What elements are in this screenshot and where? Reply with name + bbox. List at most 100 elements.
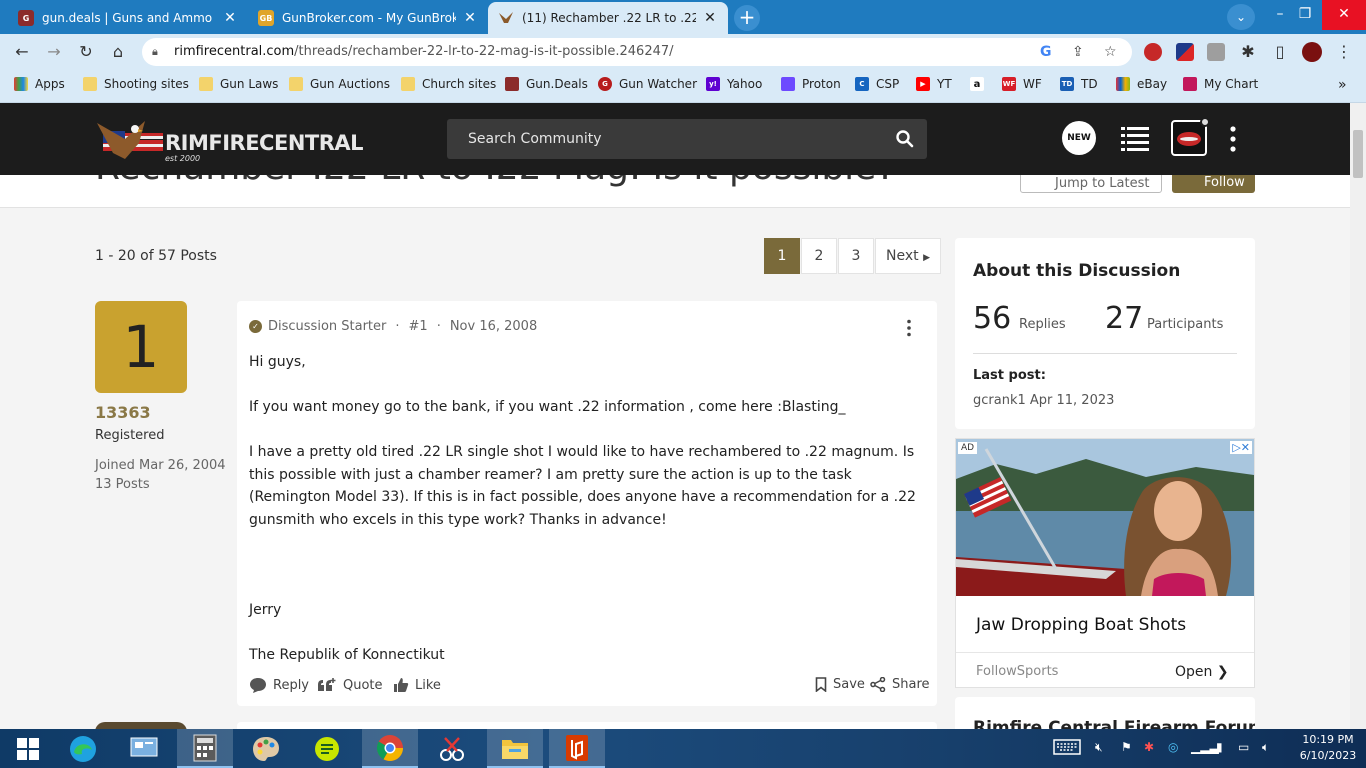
post-options-kebab-icon[interactable] xyxy=(905,319,913,337)
follow-button[interactable]: Follow xyxy=(1172,175,1255,193)
gun-deals-icon xyxy=(505,77,519,91)
bookmark-my-chart[interactable]: My Chart xyxy=(1183,77,1258,91)
volume-tray-icon[interactable]: 🔈︎ xyxy=(1262,740,1269,755)
paint-palette-icon[interactable] xyxy=(238,729,294,768)
bookmark-gun-deals[interactable]: Gun.Deals xyxy=(505,77,588,91)
tab-rechamber[interactable]: (11) Rechamber .22 LR to .22 Mag ✕ xyxy=(488,2,728,34)
tab-title: gun.deals | Guns and Ammo Sear xyxy=(42,11,216,25)
next-page-button[interactable]: Next ▶ xyxy=(875,238,941,274)
office-app-icon[interactable] xyxy=(549,729,605,768)
post-number-link[interactable]: #1 xyxy=(409,319,428,334)
profile-avatar-icon[interactable] xyxy=(1302,42,1322,62)
page-3-button[interactable]: 3 xyxy=(838,238,874,274)
google-icon[interactable]: G xyxy=(1040,44,1052,60)
reload-icon[interactable]: ↻ xyxy=(74,40,98,64)
bookmark-star-icon[interactable]: ☆ xyxy=(1104,44,1117,60)
quote-button[interactable]: Quote xyxy=(317,677,383,693)
bookmark-gun-auctions[interactable]: Gun Auctions xyxy=(289,77,390,91)
page-2-button[interactable]: 2 xyxy=(801,238,837,274)
ad-image[interactable]: AD ▷✕ xyxy=(956,439,1254,596)
start-windows-icon[interactable] xyxy=(0,729,56,768)
author-role: Registered xyxy=(95,428,165,443)
extension-red-icon[interactable] xyxy=(1144,43,1162,61)
last-post-value[interactable]: gcrank1 Apr 11, 2023 xyxy=(973,393,1114,408)
site-menu-kebab-icon[interactable] xyxy=(1226,126,1240,152)
snipping-tool-icon[interactable] xyxy=(424,729,480,768)
thread-title: Rechamber .22 LR to .22 Mag: Is it possi… xyxy=(95,175,895,188)
bookmark-yahoo[interactable]: y! Yahoo xyxy=(706,77,762,91)
page-1-button[interactable]: 1 xyxy=(764,238,800,274)
window-close-button[interactable]: ✕ xyxy=(1322,0,1366,30)
more-bookmarks-icon[interactable]: » xyxy=(1338,77,1347,93)
close-tab-icon[interactable]: ✕ xyxy=(702,10,718,26)
back-arrow-icon[interactable]: ← xyxy=(10,40,34,64)
bookmark-shooting-sites[interactable]: Shooting sites xyxy=(83,77,189,91)
extension-flag-icon[interactable] xyxy=(1176,43,1194,61)
list-icon[interactable] xyxy=(1121,126,1149,152)
advertisement[interactable]: AD ▷✕ Jaw Dropping Boat Shots FollowSpor… xyxy=(955,438,1255,688)
close-tab-icon[interactable]: ✕ xyxy=(462,10,478,26)
save-button[interactable]: Save xyxy=(815,677,865,692)
new-content-button[interactable]: NEW xyxy=(1062,121,1096,155)
lock-icon: 🔒︎ xyxy=(152,45,158,58)
bookmark-church-sites[interactable]: Church sites xyxy=(401,77,496,91)
flag-tray-icon[interactable]: ⚑ xyxy=(1121,740,1132,754)
logo-text: RIMFIRECENTRAL xyxy=(165,131,364,155)
scroll-thumb[interactable] xyxy=(1353,130,1363,178)
bookmark-yt[interactable]: ▶ YT xyxy=(916,77,952,91)
search-icon[interactable] xyxy=(895,129,915,149)
author-username[interactable]: 13363 xyxy=(95,403,151,422)
tab-gun-deals[interactable]: G gun.deals | Guns and Ammo Sear ✕ xyxy=(8,2,248,34)
share-page-icon[interactable]: ⇪ xyxy=(1072,44,1084,60)
file-explorer-icon[interactable] xyxy=(487,729,543,768)
new-tab-button[interactable]: + xyxy=(734,5,760,31)
keyboard-tray-icon[interactable] xyxy=(1053,739,1081,758)
reply-button[interactable]: Reply xyxy=(249,677,309,693)
extension-sd-icon[interactable] xyxy=(1207,43,1225,61)
share-button[interactable]: Share xyxy=(870,677,930,692)
page-scrollbar[interactable] xyxy=(1350,103,1366,729)
jump-label: Jump to Latest xyxy=(1055,176,1150,191)
network-tray-icon[interactable]: ▭ xyxy=(1238,740,1249,754)
url-bar[interactable]: 🔒︎ rimfirecentral.com/threads/rechamber-… xyxy=(142,38,1132,66)
bookmark-gun-watcher[interactable]: G Gun Watcher xyxy=(598,77,697,91)
remote-desktop-icon[interactable] xyxy=(116,729,172,768)
sheets-app-icon[interactable] xyxy=(299,729,355,768)
extensions-puzzle-icon[interactable]: ✱ xyxy=(1236,40,1260,64)
restore-button[interactable]: ❐ xyxy=(1288,0,1322,30)
mute-tray-icon[interactable]: 🔇︎ xyxy=(1095,740,1103,755)
ad-open-button[interactable]: Open ❯ xyxy=(1175,664,1229,680)
bookmark-wf[interactable]: WF WF xyxy=(1002,77,1042,91)
community-search-input[interactable]: Search Community xyxy=(447,119,927,159)
tab-search-chevron-icon[interactable]: ⌄ xyxy=(1227,4,1255,30)
tab-gunbroker[interactable]: GB GunBroker.com - My GunBroker - ✕ xyxy=(248,2,488,34)
jump-to-latest-button[interactable]: Jump to Latest xyxy=(1020,175,1162,193)
bookmark-td[interactable]: TD TD xyxy=(1060,77,1098,91)
site-logo[interactable]: RIMFIRECENTRAL est 2000 xyxy=(95,119,364,165)
my-chart-icon xyxy=(1183,77,1197,91)
bookmark-gun-laws[interactable]: Gun Laws xyxy=(199,77,278,91)
bookmark-amazon[interactable]: a xyxy=(970,77,991,91)
sync-tray-icon[interactable]: ◎ xyxy=(1168,740,1178,754)
bookmark-csp[interactable]: C CSP xyxy=(855,77,899,91)
antivirus-tray-icon[interactable]: ✱ xyxy=(1144,740,1154,754)
edge-browser-icon[interactable] xyxy=(55,729,111,768)
share-icon xyxy=(870,677,886,692)
like-button[interactable]: Like xyxy=(393,677,441,693)
home-icon[interactable]: ⌂ xyxy=(106,40,130,64)
bookmark-proton[interactable]: Proton xyxy=(781,77,841,91)
battery-tray-icon[interactable]: ▮ xyxy=(1216,740,1223,754)
close-tab-icon[interactable]: ✕ xyxy=(222,10,238,26)
chrome-menu-icon[interactable]: ⋮ xyxy=(1332,40,1356,64)
bookmark-ebay[interactable]: eBay xyxy=(1116,77,1167,91)
ad-choices-close-icon[interactable]: ▷✕ xyxy=(1230,441,1252,454)
calculator-icon[interactable] xyxy=(177,729,233,768)
signal-tray-icon[interactable]: ▁▂▃ xyxy=(1191,740,1219,754)
ad-title[interactable]: Jaw Dropping Boat Shots xyxy=(976,615,1186,635)
forward-arrow-icon[interactable]: → xyxy=(42,40,66,64)
bookmark-apps[interactable]: Apps xyxy=(14,77,65,91)
system-clock[interactable]: 10:19 PM 6/10/2023 xyxy=(1296,732,1360,764)
chrome-browser-icon[interactable] xyxy=(362,729,418,768)
author-avatar[interactable]: 1 xyxy=(95,301,187,393)
side-panel-icon[interactable]: ▯ xyxy=(1268,40,1292,64)
